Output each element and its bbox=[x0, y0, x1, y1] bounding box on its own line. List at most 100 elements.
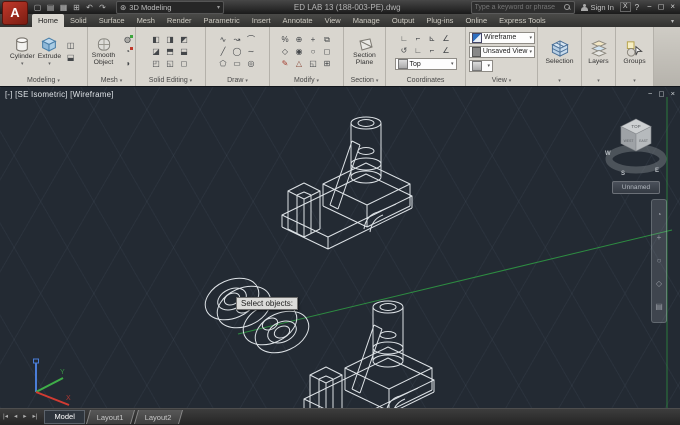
ucs-tool-icon[interactable]: ∠ bbox=[440, 33, 453, 45]
prev-layout-button[interactable]: ◂ bbox=[11, 409, 20, 425]
section-plane-button[interactable]: Section Plane bbox=[345, 37, 384, 66]
draw-tool-icon[interactable]: ╱ bbox=[217, 46, 230, 58]
modify-tool-icon[interactable]: ⧉ bbox=[321, 34, 334, 46]
modify-tool-icon[interactable]: % bbox=[279, 34, 292, 46]
qat-tool-icon[interactable]: ⊞ bbox=[71, 2, 82, 13]
draw-tool-icon[interactable]: ∿ bbox=[217, 34, 230, 46]
ucs-tool-icon[interactable]: ↺ bbox=[398, 45, 411, 57]
draw-tool-icon[interactable]: ⌒ bbox=[245, 34, 258, 46]
tab-layout1[interactable]: Layout1 bbox=[85, 410, 135, 424]
draw-tool-icon[interactable]: ◎ bbox=[245, 58, 258, 70]
panel-label-layers[interactable]: ▾ bbox=[582, 76, 615, 86]
navbar-tool-icon[interactable]: + bbox=[653, 232, 665, 244]
modeling-tool-icon[interactable]: ◫ bbox=[64, 40, 77, 52]
draw-tool-icon[interactable]: ▭ bbox=[231, 58, 244, 70]
tab-insert[interactable]: Insert bbox=[246, 14, 277, 27]
draw-tool-icon[interactable]: ↝ bbox=[231, 34, 244, 46]
modify-tool-icon[interactable]: ◱ bbox=[307, 58, 320, 70]
tab-plugins[interactable]: Plug-ins bbox=[420, 14, 459, 27]
selection-button[interactable]: Selection bbox=[546, 39, 573, 65]
qat-tool-icon[interactable]: ↶ bbox=[84, 2, 95, 13]
ucs-tool-icon[interactable]: ⌐ bbox=[412, 33, 425, 45]
visual-style-dropdown[interactable]: Wireframe ▾ bbox=[469, 31, 535, 44]
tab-model[interactable]: Model bbox=[44, 410, 85, 424]
ucs-tool-icon[interactable]: ∠ bbox=[440, 45, 453, 57]
tab-parametric[interactable]: Parametric bbox=[198, 14, 246, 27]
solid-editing-tool-icon[interactable]: ◩ bbox=[178, 34, 191, 46]
modify-tool-icon[interactable]: ◉ bbox=[293, 46, 306, 58]
tab-online[interactable]: Online bbox=[459, 14, 493, 27]
solid-editing-tool-icon[interactable]: ◪ bbox=[150, 46, 163, 58]
navbar-tool-icon[interactable]: ◔ bbox=[653, 209, 665, 221]
drawing-restore-button[interactable]: ◻ bbox=[658, 89, 664, 98]
viewport-config-dropdown[interactable]: ▾ bbox=[469, 59, 493, 72]
tab-home[interactable]: Home bbox=[32, 14, 65, 27]
qat-tool-icon[interactable]: ▦ bbox=[58, 2, 69, 13]
named-view-dropdown[interactable]: Unsaved View ▾ bbox=[469, 45, 535, 58]
solid-editing-tool-icon[interactable]: ◰ bbox=[150, 58, 163, 70]
solid-editing-tool-icon[interactable]: ⬓ bbox=[178, 46, 191, 58]
drawing-close-button[interactable]: × bbox=[671, 89, 675, 98]
solid-editing-tool-icon[interactable]: ◱ bbox=[164, 58, 177, 70]
modify-tool-icon[interactable]: ⊕ bbox=[293, 34, 306, 46]
navbar-tool-icon[interactable]: ○ bbox=[653, 255, 665, 267]
panel-label-section[interactable]: Section ▾ bbox=[344, 76, 385, 86]
tab-render[interactable]: Render bbox=[161, 14, 198, 27]
viewcube-ucs-button[interactable]: Unnamed bbox=[612, 181, 660, 194]
panel-label-coordinates[interactable]: Coordinates bbox=[386, 76, 465, 86]
drawing-minimize-button[interactable]: − bbox=[648, 89, 652, 98]
construction-lines[interactable] bbox=[237, 97, 673, 409]
draw-tool-icon[interactable]: ∼ bbox=[245, 46, 258, 58]
mesh-tool-icon[interactable]: ◑ bbox=[121, 58, 134, 70]
modify-tool-icon[interactable]: ⊞ bbox=[321, 58, 334, 70]
tab-annotate[interactable]: Annotate bbox=[277, 14, 319, 27]
help-button[interactable]: ? bbox=[635, 3, 639, 12]
search-icon[interactable] bbox=[563, 3, 571, 11]
close-button[interactable]: × bbox=[670, 1, 675, 13]
exchange-apps-button[interactable]: X bbox=[619, 2, 631, 12]
modify-tool-icon[interactable]: ◇ bbox=[279, 46, 292, 58]
panel-label-draw[interactable]: Draw ▾ bbox=[206, 76, 269, 86]
pulley-solid[interactable] bbox=[198, 269, 316, 362]
viewport-controls-label[interactable]: [-] [SE Isometric] [Wireframe] bbox=[5, 90, 114, 99]
restore-button[interactable]: ◻ bbox=[658, 1, 665, 13]
search-input[interactable] bbox=[471, 2, 564, 12]
modify-tool-icon[interactable]: + bbox=[307, 34, 320, 46]
tab-express-tools[interactable]: Express Tools bbox=[493, 14, 552, 27]
workspace-dropdown[interactable]: ⊛ 3D Modeling ▾ bbox=[116, 0, 224, 14]
bracket-solid-bottom[interactable] bbox=[303, 300, 435, 409]
tab-solid[interactable]: Solid bbox=[64, 14, 93, 27]
tab-view[interactable]: View bbox=[319, 14, 347, 27]
extrude-button[interactable]: Extrude ▾ bbox=[38, 36, 61, 68]
sign-in-button[interactable]: Sign In bbox=[580, 3, 614, 12]
viewcube[interactable]: TOP WEST EAST W S E bbox=[605, 118, 667, 177]
ucs-tool-icon[interactable]: ⌐ bbox=[426, 45, 439, 57]
modify-tool-icon[interactable]: ○ bbox=[307, 46, 320, 58]
mesh-tool-icon[interactable]: ◔ bbox=[121, 46, 134, 58]
panel-label-modify[interactable]: Modify ▾ bbox=[270, 76, 343, 86]
ucs-tool-icon[interactable]: ⊾ bbox=[426, 33, 439, 45]
qat-tool-icon[interactable]: ▤ bbox=[45, 2, 56, 13]
qat-tool-icon[interactable]: ▢ bbox=[32, 2, 43, 13]
bracket-solid-top[interactable] bbox=[281, 116, 413, 250]
tab-surface[interactable]: Surface bbox=[93, 14, 131, 27]
panel-label-view[interactable]: View ▾ bbox=[466, 76, 537, 86]
panel-label-groups[interactable]: ▾ bbox=[616, 76, 653, 86]
ucs-tool-icon[interactable]: ∟ bbox=[412, 45, 425, 57]
cylinder-button[interactable]: Cylinder ▾ bbox=[10, 36, 35, 68]
ribbon-minimize-button[interactable]: ▾ bbox=[671, 18, 674, 27]
solid-editing-tool-icon[interactable]: ◨ bbox=[164, 34, 177, 46]
draw-tool-icon[interactable]: ◯ bbox=[231, 46, 244, 58]
panel-label-modeling[interactable]: Modeling ▾ bbox=[0, 76, 87, 86]
tab-output[interactable]: Output bbox=[386, 14, 421, 27]
tab-manage[interactable]: Manage bbox=[347, 14, 386, 27]
modeling-tool-icon[interactable]: ⬓ bbox=[64, 52, 77, 64]
solid-editing-tool-icon[interactable]: ◻ bbox=[178, 58, 191, 70]
drawing-viewport[interactable]: Y X TOP WEST EAST W S E [-] [SE Isometri… bbox=[0, 86, 680, 409]
modify-tool-icon[interactable]: ✎ bbox=[279, 58, 292, 70]
qat-tool-icon[interactable]: ↷ bbox=[97, 2, 108, 13]
panel-label-selection[interactable]: ▾ bbox=[538, 76, 581, 86]
tab-layout2[interactable]: Layout2 bbox=[133, 410, 183, 424]
mesh-tool-icon[interactable]: ◍ bbox=[121, 34, 134, 46]
first-layout-button[interactable]: |◂ bbox=[0, 409, 11, 425]
